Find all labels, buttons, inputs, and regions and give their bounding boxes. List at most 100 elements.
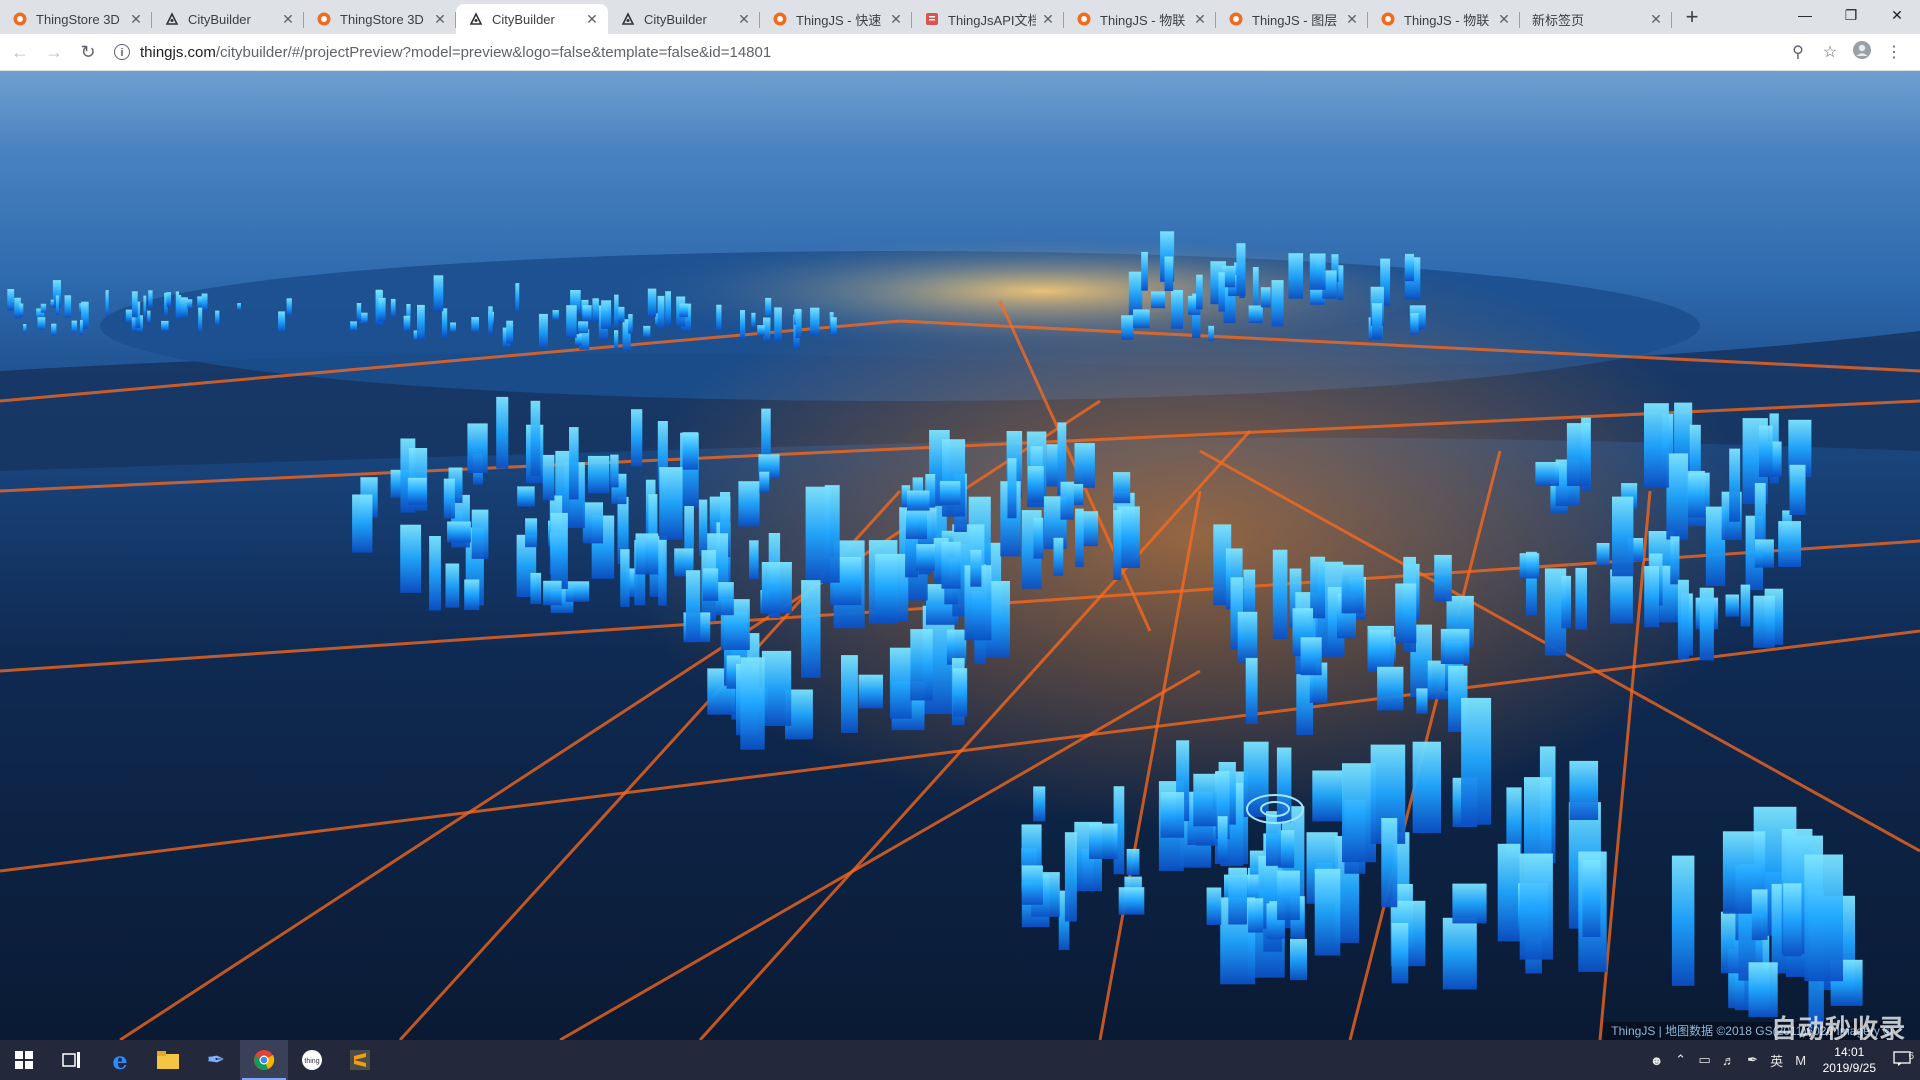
- building-block[interactable]: [1121, 315, 1134, 340]
- windows-start-icon[interactable]: [0, 1040, 48, 1080]
- building-block[interactable]: [643, 325, 651, 338]
- building-block[interactable]: [628, 314, 633, 334]
- browser-tab[interactable]: ThingJS - 物联 ✕: [1064, 4, 1216, 34]
- building-block[interactable]: [71, 320, 77, 333]
- building-block[interactable]: [1596, 543, 1610, 566]
- minimize-icon[interactable]: —: [1782, 0, 1828, 30]
- building-block[interactable]: [530, 400, 541, 477]
- building-block[interactable]: [875, 553, 909, 622]
- building-block[interactable]: [1783, 883, 1802, 957]
- pen-app-icon[interactable]: ✒: [192, 1040, 240, 1080]
- building-block[interactable]: [215, 310, 220, 326]
- building-block[interactable]: [682, 432, 699, 470]
- reload-icon[interactable]: ↻: [74, 38, 102, 66]
- building-block[interactable]: [1341, 564, 1364, 614]
- building-block[interactable]: [1290, 938, 1307, 981]
- site-info-icon[interactable]: i: [114, 44, 130, 60]
- back-icon[interactable]: ←: [6, 38, 34, 66]
- building-block[interactable]: [447, 521, 471, 543]
- building-block[interactable]: [147, 310, 151, 323]
- building-block[interactable]: [740, 310, 746, 339]
- building-block[interactable]: [1141, 251, 1148, 291]
- browser-tab[interactable]: ThingJS - 图层 ✕: [1216, 4, 1368, 34]
- pen-ink-icon[interactable]: ✒: [1741, 1052, 1765, 1068]
- tab-close-icon[interactable]: ✕: [736, 11, 752, 27]
- building-block[interactable]: [1164, 256, 1174, 292]
- building-block[interactable]: [1113, 510, 1122, 580]
- building-block[interactable]: [841, 655, 858, 733]
- address-bar[interactable]: i thingjs.com/citybuilder/#/projectPrevi…: [114, 38, 1854, 66]
- building-block[interactable]: [1442, 917, 1477, 990]
- building-block[interactable]: [125, 309, 133, 323]
- building-block[interactable]: [916, 544, 935, 571]
- building-block[interactable]: [1751, 889, 1768, 940]
- tray-chevron-icon[interactable]: ⌃: [1669, 1052, 1693, 1068]
- building-block[interactable]: [795, 308, 802, 338]
- building-block[interactable]: [55, 295, 59, 316]
- building-block[interactable]: [161, 320, 169, 331]
- building-block[interactable]: [578, 321, 589, 334]
- building-block[interactable]: [910, 629, 933, 701]
- building-block[interactable]: [450, 322, 456, 333]
- building-block[interactable]: [1245, 657, 1258, 724]
- building-block[interactable]: [1381, 818, 1398, 908]
- building-block[interactable]: [1372, 303, 1383, 339]
- building-block[interactable]: [1789, 464, 1806, 515]
- building-block[interactable]: [1452, 883, 1487, 924]
- tab-close-icon[interactable]: ✕: [1344, 11, 1360, 27]
- building-block[interactable]: [1160, 792, 1185, 838]
- building-block[interactable]: [1074, 443, 1095, 488]
- building-block[interactable]: [131, 291, 138, 318]
- zoom-icon[interactable]: ⚲: [1782, 42, 1814, 62]
- building-block[interactable]: [1434, 554, 1452, 602]
- building-block[interactable]: [80, 320, 83, 335]
- building-block[interactable]: [538, 313, 548, 348]
- building-block[interactable]: [464, 579, 480, 611]
- building-block[interactable]: [105, 290, 109, 317]
- building-block[interactable]: [889, 647, 912, 719]
- chrome-taskbar-icon[interactable]: [240, 1040, 288, 1080]
- browser-tab[interactable]: ThingJsAPI文档 ✕: [912, 4, 1064, 34]
- building-block[interactable]: [905, 507, 927, 539]
- building-block[interactable]: [198, 307, 203, 332]
- building-block[interactable]: [759, 471, 770, 493]
- building-block[interactable]: [390, 298, 396, 317]
- building-block[interactable]: [1753, 595, 1775, 648]
- building-block[interactable]: [761, 650, 792, 726]
- building-block[interactable]: [471, 317, 479, 332]
- building-block[interactable]: [647, 288, 657, 317]
- building-block[interactable]: [1208, 325, 1215, 341]
- building-block[interactable]: [631, 409, 643, 467]
- building-block[interactable]: [1236, 243, 1246, 296]
- building-block[interactable]: [1053, 537, 1064, 576]
- building-block[interactable]: [1610, 569, 1633, 624]
- building-block[interactable]: [1759, 425, 1773, 477]
- building-block[interactable]: [1007, 458, 1017, 519]
- browser-tab[interactable]: CityBuilder ✕: [456, 4, 608, 34]
- building-block[interactable]: [1412, 741, 1441, 834]
- building-block[interactable]: [1395, 583, 1417, 644]
- building-block[interactable]: [400, 524, 422, 593]
- building-block[interactable]: [1288, 253, 1304, 299]
- building-block[interactable]: [517, 486, 535, 507]
- building-block[interactable]: [550, 512, 568, 589]
- building-block[interactable]: [1670, 536, 1680, 585]
- task-view-icon[interactable]: [48, 1040, 96, 1080]
- building-block[interactable]: [23, 324, 27, 333]
- tab-close-icon[interactable]: ✕: [888, 11, 904, 27]
- building-block[interactable]: [614, 330, 619, 349]
- building-block[interactable]: [19, 303, 24, 317]
- building-block[interactable]: [403, 315, 411, 331]
- city-scene-canvas[interactable]: [0, 71, 1920, 1040]
- close-window-icon[interactable]: ✕: [1874, 0, 1920, 30]
- building-block[interactable]: [1410, 313, 1419, 335]
- building-block[interactable]: [566, 305, 577, 338]
- building-block[interactable]: [582, 305, 592, 322]
- building-block[interactable]: [471, 509, 489, 559]
- building-block[interactable]: [1228, 867, 1247, 925]
- building-block[interactable]: [1151, 291, 1166, 309]
- building-block[interactable]: [1497, 843, 1521, 942]
- building-block[interactable]: [1369, 629, 1391, 672]
- building-block[interactable]: [1671, 855, 1695, 986]
- building-block[interactable]: [1075, 508, 1084, 567]
